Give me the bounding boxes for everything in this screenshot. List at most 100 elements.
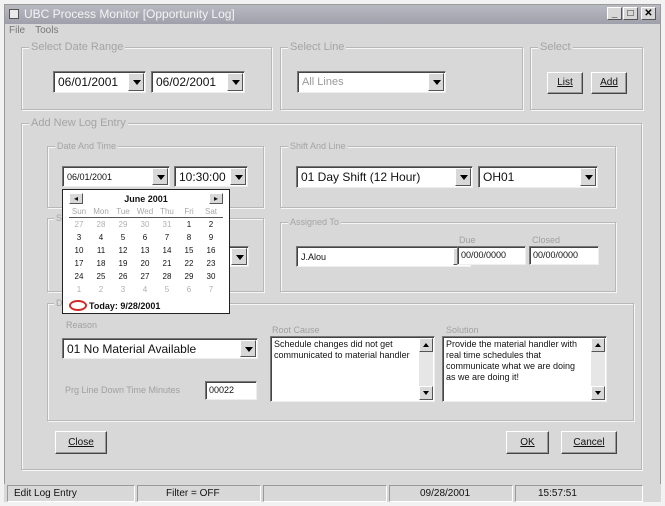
assigned-to-combo[interactable]: J.Alou (296, 246, 471, 267)
calendar-day[interactable]: 8 (179, 233, 199, 243)
calendar-day[interactable]: 27 (135, 272, 155, 282)
closed-label: Closed (532, 235, 561, 245)
calendar-day[interactable]: 30 (135, 220, 155, 230)
shift-combo[interactable]: 01 Day Shift (12 Hour) (296, 166, 473, 188)
calendar-day[interactable]: 3 (69, 233, 89, 243)
calendar-day[interactable]: 14 (157, 246, 177, 256)
calendar-day[interactable]: 19 (113, 259, 133, 269)
ok-button[interactable]: OK (506, 431, 549, 454)
downtime-field[interactable]: 00022 (205, 381, 257, 400)
calendar-day[interactable]: 29 (113, 220, 133, 230)
minimize-button[interactable]: _ (607, 7, 622, 20)
solution-scrollbar[interactable] (591, 338, 605, 400)
root-cause-scrollbar[interactable] (419, 338, 433, 400)
calendar-day[interactable]: 29 (179, 272, 199, 282)
chevron-down-icon[interactable] (580, 168, 596, 186)
calendar-day[interactable]: 18 (91, 259, 111, 269)
reason-combo[interactable]: 01 No Material Available (62, 338, 258, 359)
calendar-day[interactable]: 1 (69, 285, 89, 295)
calendar-day[interactable]: 4 (91, 233, 111, 243)
start-date-combo[interactable]: 06/01/2001 (53, 71, 146, 93)
calendar-day[interactable]: 3 (113, 285, 133, 295)
calendar-day[interactable]: 30 (201, 272, 221, 282)
list-button[interactable]: List (547, 72, 583, 94)
calendar-day[interactable]: 4 (135, 285, 155, 295)
entry-date-combo[interactable]: 06/01/2001 (62, 166, 170, 187)
title-bar[interactable]: UBC Process Monitor [Opportunity Log] _ … (5, 5, 660, 24)
window-title: UBC Process Monitor [Opportunity Log] (24, 7, 235, 21)
select-line-title: Select Line (288, 40, 347, 54)
chevron-down-icon[interactable] (152, 168, 168, 185)
calendar-day[interactable]: 15 (179, 246, 199, 256)
calendar-day[interactable]: 16 (201, 246, 221, 256)
cancel-button[interactable]: Cancel (561, 431, 617, 454)
scroll-down-icon[interactable] (591, 386, 605, 400)
calendar-weekday-header: Tue (116, 207, 130, 216)
downtime-label: Prg Line Down Time Minutes (65, 385, 181, 395)
close-window-button[interactable]: ✕ (641, 7, 656, 20)
calendar-day[interactable]: 5 (113, 233, 133, 243)
calendar-day[interactable]: 7 (157, 233, 177, 243)
line-combo[interactable]: All Lines (297, 71, 446, 93)
scroll-up-icon[interactable] (591, 338, 605, 352)
closed-date-field[interactable]: 00/00/0000 (529, 246, 599, 265)
scroll-up-icon[interactable] (419, 338, 433, 352)
calendar-day[interactable]: 7 (201, 285, 221, 295)
assigned-to-title: Assigned To (288, 215, 341, 229)
reason-label: Reason (66, 320, 98, 330)
status-date: 09/28/2001 (389, 485, 513, 502)
calendar-day[interactable]: 25 (91, 272, 111, 282)
calendar-day[interactable]: 22 (179, 259, 199, 269)
maximize-button[interactable]: □ (623, 7, 638, 20)
calendar-day[interactable]: 10 (69, 246, 89, 256)
close-button[interactable]: Close (55, 431, 107, 454)
calendar-day[interactable]: 23 (201, 259, 221, 269)
calendar-header-divider (69, 217, 223, 218)
line-code-combo[interactable]: OH01 (478, 166, 598, 188)
calendar-day[interactable]: 31 (157, 220, 177, 230)
status-bar: Edit Log Entry Filter = OFF 09/28/2001 1… (4, 484, 661, 502)
next-month-icon[interactable]: ▸ (209, 193, 223, 204)
calendar-day[interactable]: 9 (201, 233, 221, 243)
chevron-down-icon[interactable] (231, 248, 247, 265)
add-button[interactable]: Add (591, 72, 627, 94)
scroll-down-icon[interactable] (419, 386, 433, 400)
calendar-today[interactable]: Today: 9/28/2001 (67, 300, 227, 312)
calendar-day[interactable]: 2 (201, 220, 221, 230)
menu-tools[interactable]: Tools (35, 25, 58, 36)
chevron-down-icon[interactable] (240, 340, 256, 357)
calendar-day[interactable]: 6 (179, 285, 199, 295)
end-date-combo[interactable]: 06/02/2001 (151, 71, 245, 93)
solution-memo[interactable]: Provide the material handler with real t… (442, 336, 607, 402)
status-blank (263, 485, 387, 502)
chevron-down-icon[interactable] (455, 168, 471, 186)
chevron-down-icon[interactable] (128, 73, 144, 91)
shift-and-line-title: Shift And Line (288, 139, 348, 153)
chevron-down-icon[interactable] (428, 73, 444, 91)
menu-file[interactable]: File (9, 25, 25, 36)
calendar-day[interactable]: 12 (113, 246, 133, 256)
calendar-day[interactable]: 1 (179, 220, 199, 230)
calendar-day[interactable]: 5 (157, 285, 177, 295)
root-cause-memo[interactable]: Schedule changes did not get communicate… (270, 336, 435, 402)
calendar-day[interactable]: 6 (135, 233, 155, 243)
entry-time-spinner[interactable]: 10:30:00 (174, 166, 248, 187)
calendar-day[interactable]: 11 (91, 246, 111, 256)
calendar-day[interactable]: 28 (157, 272, 177, 282)
calendar-month-title: June 2001 (124, 194, 168, 204)
calendar-day[interactable]: 2 (91, 285, 111, 295)
due-date-field[interactable]: 00/00/0000 (457, 246, 526, 265)
calendar-day[interactable]: 24 (69, 272, 89, 282)
calendar-day[interactable]: 28 (91, 220, 111, 230)
status-mode: Edit Log Entry (7, 485, 135, 502)
calendar-day[interactable]: 27 (69, 220, 89, 230)
calendar-day[interactable]: 17 (69, 259, 89, 269)
calendar-day[interactable]: 20 (135, 259, 155, 269)
calendar-day[interactable]: 13 (135, 246, 155, 256)
chevron-down-icon[interactable] (230, 168, 246, 185)
calendar-day[interactable]: 21 (157, 259, 177, 269)
chevron-down-icon[interactable] (227, 73, 243, 91)
calendar-weekday-header: Fri (184, 207, 194, 216)
calendar-day[interactable]: 26 (113, 272, 133, 282)
calendar-dropdown: ◂ June 2001 ▸ Today: 9/28/2001 Sun Mon Tue… (62, 189, 230, 314)
